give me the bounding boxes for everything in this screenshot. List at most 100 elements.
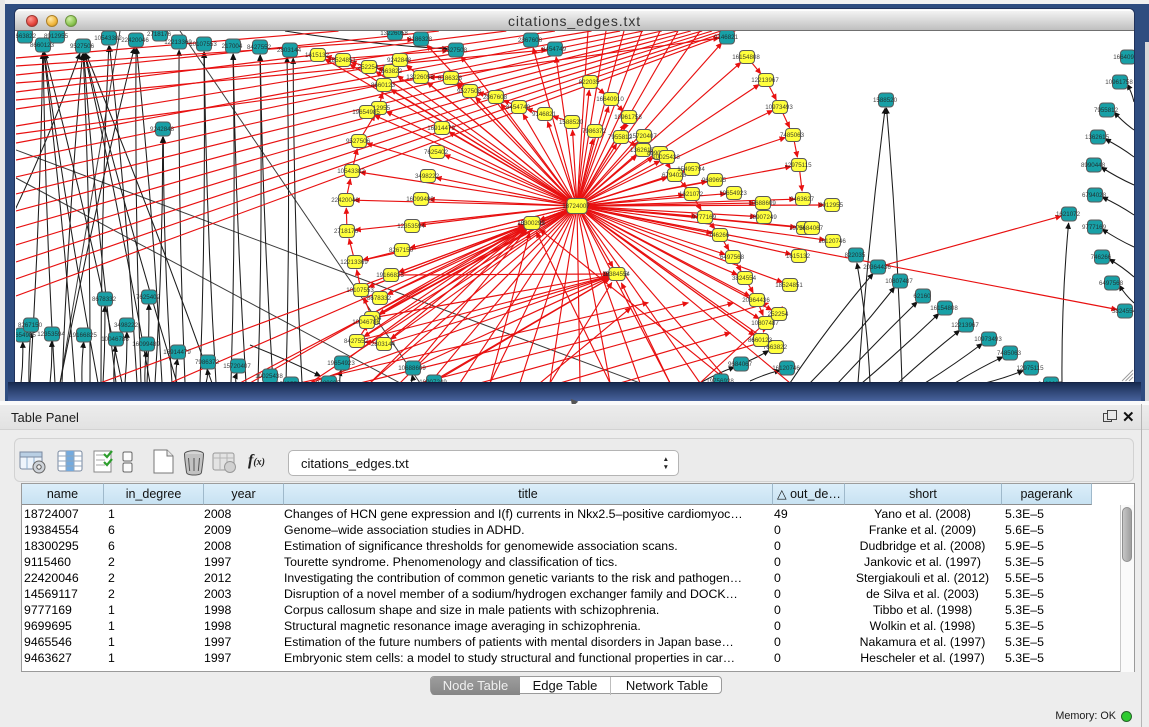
svg-text:746266: 746266 xyxy=(709,232,730,239)
svg-text:16640910: 16640910 xyxy=(596,96,624,103)
svg-text:12213967: 12213967 xyxy=(951,322,979,329)
svg-text:9527508: 9527508 xyxy=(443,47,468,54)
svg-text:15495794: 15495794 xyxy=(677,166,705,173)
svg-text:20364436: 20364436 xyxy=(863,264,891,271)
svg-text:9684067: 9684067 xyxy=(799,225,824,232)
svg-text:9146821: 9146821 xyxy=(714,34,739,41)
svg-text:18524851: 18524851 xyxy=(775,282,803,289)
svg-text:252254: 252254 xyxy=(768,311,789,318)
svg-text:8912955: 8912955 xyxy=(44,33,69,40)
svg-text:12975115: 12975115 xyxy=(1016,365,1044,372)
svg-text:22420046: 22420046 xyxy=(121,37,149,44)
svg-text:10543382: 10543382 xyxy=(94,35,122,42)
svg-text:8186328: 8186328 xyxy=(408,36,433,43)
svg-text:19654985: 19654985 xyxy=(352,109,380,116)
svg-text:18724007: 18724007 xyxy=(562,203,590,210)
svg-text:8186328: 8186328 xyxy=(438,75,463,82)
svg-text:8427552: 8427552 xyxy=(247,44,272,51)
svg-text:9527506: 9527506 xyxy=(70,43,95,50)
svg-text:9689695: 9689695 xyxy=(702,177,727,184)
svg-text:19654985: 19654985 xyxy=(16,332,36,339)
svg-text:6497568: 6497568 xyxy=(1099,280,1124,287)
svg-text:10961758: 10961758 xyxy=(1105,79,1133,86)
svg-text:10107553: 10107553 xyxy=(189,41,217,48)
svg-text:10973493: 10973493 xyxy=(765,104,793,111)
svg-text:1588520: 1588520 xyxy=(873,97,898,104)
svg-text:9463627: 9463627 xyxy=(790,196,815,203)
svg-text:1615132: 1615132 xyxy=(786,253,811,260)
svg-text:822035: 822035 xyxy=(845,252,866,259)
svg-text:2803144: 2803144 xyxy=(371,341,396,348)
svg-text:822035: 822035 xyxy=(579,79,600,86)
svg-text:6794028: 6794028 xyxy=(662,172,687,179)
svg-text:8678332: 8678332 xyxy=(367,295,392,302)
svg-text:2718176: 2718176 xyxy=(334,228,359,235)
svg-text:9689695: 9689695 xyxy=(316,380,341,382)
svg-text:7485063: 7485063 xyxy=(997,350,1022,357)
svg-text:1621072: 1621072 xyxy=(1056,211,1081,218)
svg-text:7986372: 7986372 xyxy=(582,128,607,135)
svg-text:9777169: 9777169 xyxy=(1082,224,1107,231)
svg-text:746266: 746266 xyxy=(1091,254,1112,261)
svg-text:16914479: 16914479 xyxy=(163,349,191,356)
svg-text:10543382: 10543382 xyxy=(337,168,365,175)
svg-text:10046786: 10046786 xyxy=(352,319,380,326)
svg-text:10107553: 10107553 xyxy=(346,287,374,294)
svg-text:8454749: 8454749 xyxy=(542,46,567,53)
svg-text:18524851: 18524851 xyxy=(328,57,356,64)
svg-text:10973493: 10973493 xyxy=(974,336,1002,343)
svg-text:8678332: 8678332 xyxy=(92,296,117,303)
svg-text:19166825: 19166825 xyxy=(69,332,97,339)
svg-text:6794028: 6794028 xyxy=(1082,192,1107,199)
svg-text:1615132: 1615132 xyxy=(305,52,330,59)
svg-text:10807487: 10807487 xyxy=(885,278,913,285)
svg-text:252254: 252254 xyxy=(358,64,379,71)
svg-text:62160: 62160 xyxy=(913,293,931,300)
svg-text:8267150: 8267150 xyxy=(18,322,43,329)
svg-text:16154808: 16154808 xyxy=(930,305,958,312)
svg-text:18907249: 18907249 xyxy=(749,214,777,221)
svg-text:10961758: 10961758 xyxy=(614,114,642,121)
svg-text:16099489: 16099489 xyxy=(132,341,160,348)
svg-text:8660123: 8660123 xyxy=(371,82,396,89)
svg-text:3498222: 3498222 xyxy=(114,322,139,329)
svg-text:1588520: 1588520 xyxy=(559,119,584,126)
svg-text:9242848: 9242848 xyxy=(150,126,175,133)
svg-text:12213967: 12213967 xyxy=(751,77,779,84)
svg-text:10688609: 10688609 xyxy=(748,200,776,207)
svg-text:2867608: 2867608 xyxy=(518,37,543,44)
svg-text:19654923: 19654923 xyxy=(719,190,747,197)
svg-text:22420046: 22420046 xyxy=(331,197,359,204)
svg-text:2718176: 2718176 xyxy=(147,31,172,38)
svg-text:1362615: 1362615 xyxy=(1085,134,1110,141)
svg-text:6497568: 6497568 xyxy=(720,254,745,261)
svg-text:3824554: 3824554 xyxy=(732,275,757,282)
svg-text:3498222: 3498222 xyxy=(415,173,440,180)
svg-text:7986372: 7986372 xyxy=(195,359,220,366)
svg-text:16640910: 16640910 xyxy=(1113,54,1134,61)
svg-text:12975115: 12975115 xyxy=(784,162,812,169)
svg-text:15720407: 15720407 xyxy=(629,133,657,140)
svg-text:16154808: 16154808 xyxy=(732,54,760,61)
svg-text:10688609: 10688609 xyxy=(398,365,426,372)
svg-text:7625402: 7625402 xyxy=(424,149,449,156)
svg-text:9242848: 9242848 xyxy=(387,57,412,64)
svg-text:20364436: 20364436 xyxy=(742,297,770,304)
svg-text:12213369: 12213369 xyxy=(340,259,368,266)
svg-text:12353594: 12353594 xyxy=(397,223,425,230)
svg-text:7663822: 7663822 xyxy=(378,68,403,75)
svg-text:16120746: 16120746 xyxy=(772,365,800,372)
svg-text:3824554: 3824554 xyxy=(1112,308,1134,315)
svg-text:16099489: 16099489 xyxy=(406,196,434,203)
svg-text:12353594: 12353594 xyxy=(37,331,65,338)
svg-text:10025438: 10025438 xyxy=(255,373,283,380)
svg-text:18300295: 18300295 xyxy=(517,220,545,227)
svg-text:9463627: 9463627 xyxy=(1038,381,1063,382)
svg-text:7663822: 7663822 xyxy=(16,33,37,40)
svg-text:18907249: 18907249 xyxy=(419,379,447,382)
svg-text:13226058: 13226058 xyxy=(380,31,408,37)
svg-text:16120746: 16120746 xyxy=(818,238,846,245)
svg-text:9527506: 9527506 xyxy=(346,138,371,145)
svg-text:10025438: 10025438 xyxy=(652,154,680,161)
svg-text:8912955: 8912955 xyxy=(819,202,844,209)
